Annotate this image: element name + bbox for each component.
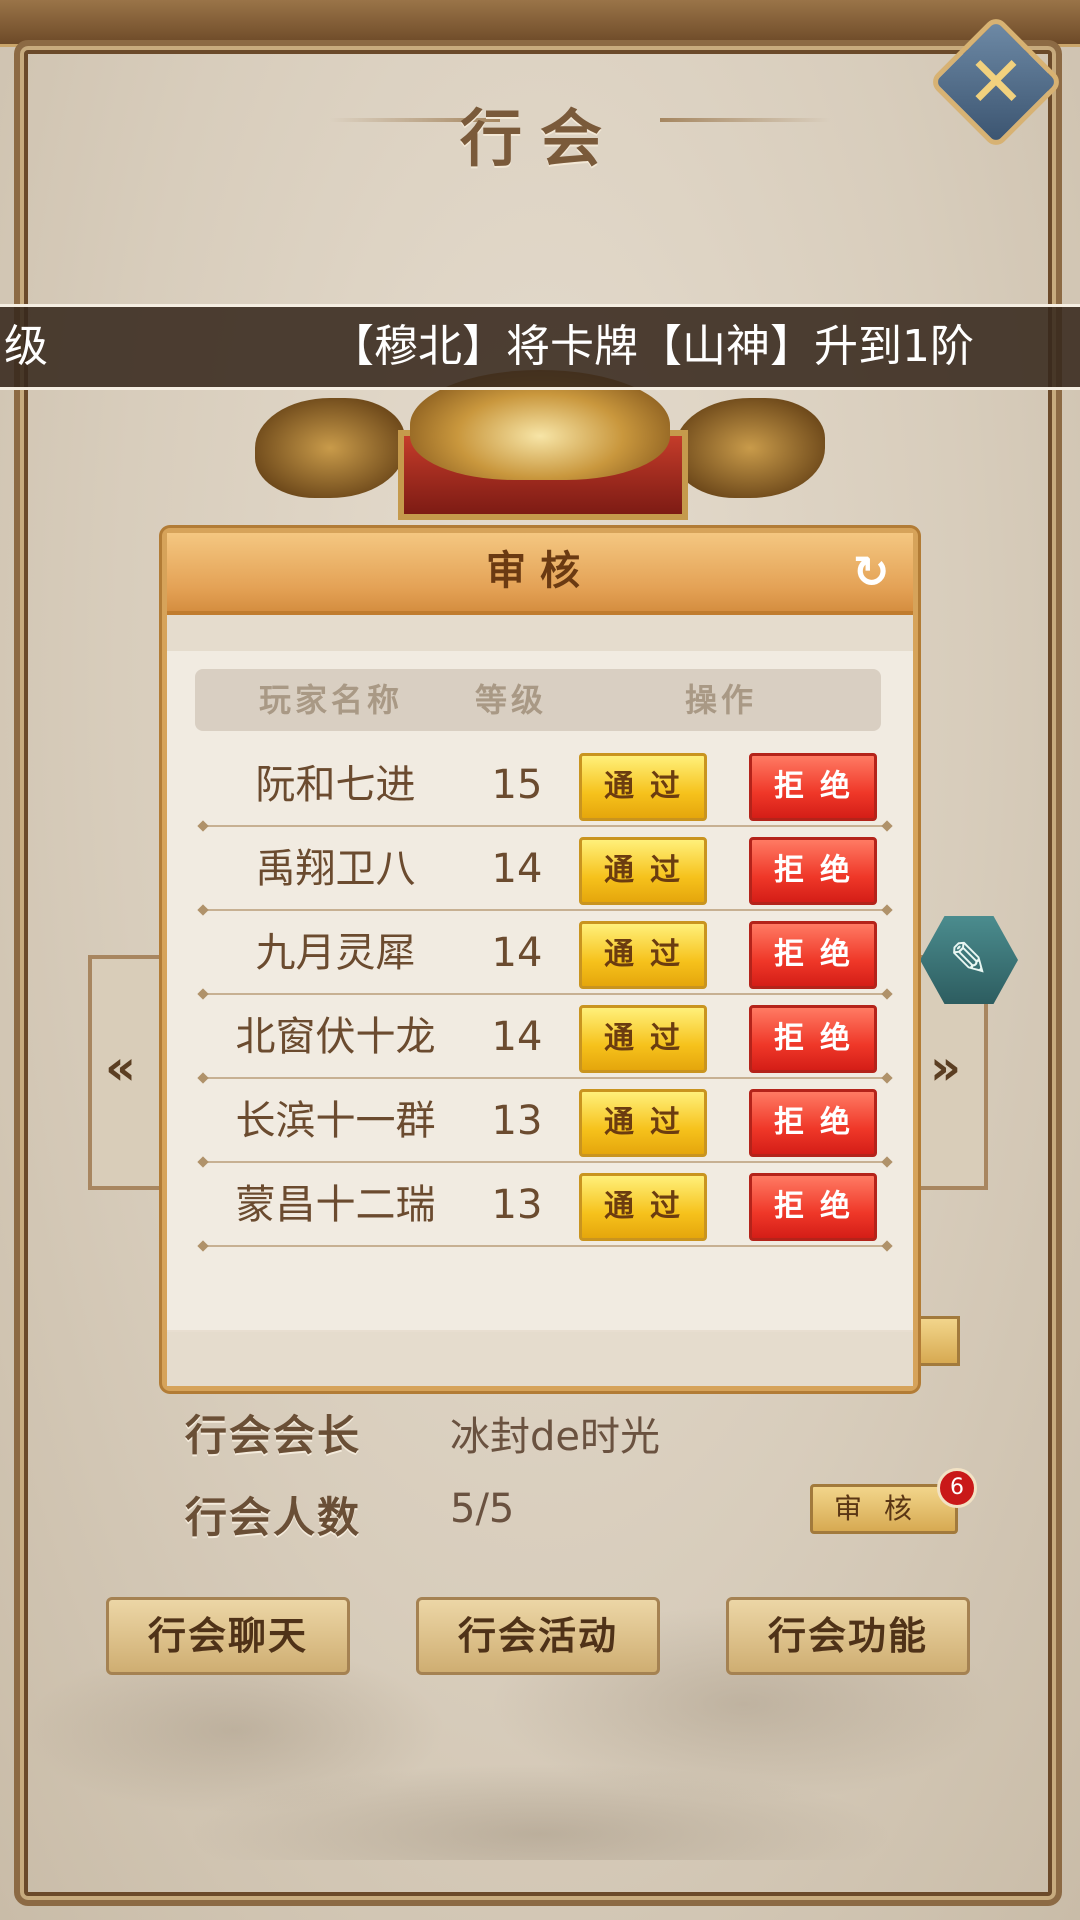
table-row: 禹翔卫八 14 通过 拒绝	[167, 827, 913, 911]
leader-value: 冰封de时光	[450, 1414, 660, 1460]
approve-button[interactable]: 通过	[579, 753, 707, 821]
leader-label: 行会会长	[185, 1411, 362, 1460]
members-value: 5/5	[450, 1486, 515, 1532]
review-button[interactable]: 审核	[810, 1484, 958, 1534]
chevron-left-icon[interactable]: «	[105, 1040, 136, 1096]
column-action: 操作	[685, 681, 758, 719]
dragon-right-decoration	[675, 398, 825, 498]
reject-button[interactable]: 拒绝	[749, 1173, 877, 1241]
table-row: 北窗伏十龙 14 通过 拒绝	[167, 995, 913, 1079]
page-title: 行会	[459, 102, 620, 175]
column-player-name: 玩家名称	[259, 681, 404, 719]
guild-function-button[interactable]: 行会功能	[726, 1597, 970, 1675]
dialog-title: 审核	[486, 547, 594, 594]
guild-chat-button[interactable]: 行会聊天	[106, 1597, 350, 1675]
dragon-left-decoration	[255, 398, 405, 498]
approve-button[interactable]: 通过	[579, 1173, 707, 1241]
broadcast-marquee: 级 【穆北】将卡牌【山神】升到1阶	[0, 304, 1080, 390]
close-icon[interactable]: ✕	[958, 44, 1034, 120]
dialog-header: 审核 ↻	[167, 533, 913, 615]
approve-button[interactable]: 通过	[579, 1089, 707, 1157]
player-level: 13	[491, 1182, 543, 1228]
reject-button[interactable]: 拒绝	[749, 1005, 877, 1073]
marquee-text-left: 级	[4, 321, 48, 372]
reject-button[interactable]: 拒绝	[749, 921, 877, 989]
review-dialog: 审核 ↻ 玩家名称 等级 操作 阮和七进 15 通过 拒绝 禹翔卫八 14 通过…	[162, 528, 918, 1391]
approve-button[interactable]: 通过	[579, 837, 707, 905]
player-name: 北窗伏十龙	[235, 1014, 436, 1060]
row-divider	[203, 1245, 887, 1247]
reject-button[interactable]: 拒绝	[749, 837, 877, 905]
reject-button[interactable]: 拒绝	[749, 753, 877, 821]
table-row: 蒙昌十二瑞 13 通过 拒绝	[167, 1163, 913, 1247]
approve-button[interactable]: 通过	[579, 921, 707, 989]
player-level: 13	[491, 1098, 543, 1144]
reject-button[interactable]: 拒绝	[749, 1089, 877, 1157]
review-count-badge: 6	[937, 1468, 977, 1508]
player-level: 15	[491, 762, 543, 808]
player-level: 14	[491, 930, 543, 976]
members-label: 行会人数	[185, 1493, 362, 1542]
dialog-footer	[167, 1330, 913, 1386]
player-level: 14	[491, 1014, 543, 1060]
player-name: 长滨十一群	[235, 1098, 436, 1144]
player-level: 14	[491, 846, 543, 892]
player-name: 阮和七进	[255, 762, 416, 808]
table-header: 玩家名称 等级 操作	[195, 669, 881, 731]
player-name: 禹翔卫八	[255, 846, 416, 892]
guild-activity-button[interactable]: 行会活动	[416, 1597, 660, 1675]
player-name: 九月灵犀	[255, 930, 416, 976]
column-level: 等级	[475, 681, 548, 719]
brush-icon[interactable]: ✎	[944, 925, 994, 995]
table-row: 九月灵犀 14 通过 拒绝	[167, 911, 913, 995]
table-row: 长滨十一群 13 通过 拒绝	[167, 1079, 913, 1163]
player-name: 蒙昌十二瑞	[235, 1182, 436, 1228]
approve-button[interactable]: 通过	[579, 1005, 707, 1073]
dialog-top-strip	[167, 615, 913, 651]
table-row: 阮和七进 15 通过 拒绝	[167, 743, 913, 827]
chevron-right-icon[interactable]: »	[930, 1040, 961, 1096]
refresh-icon[interactable]: ↻	[845, 547, 897, 599]
marquee-text: 【穆北】将卡牌【山神】升到1阶	[330, 321, 974, 372]
